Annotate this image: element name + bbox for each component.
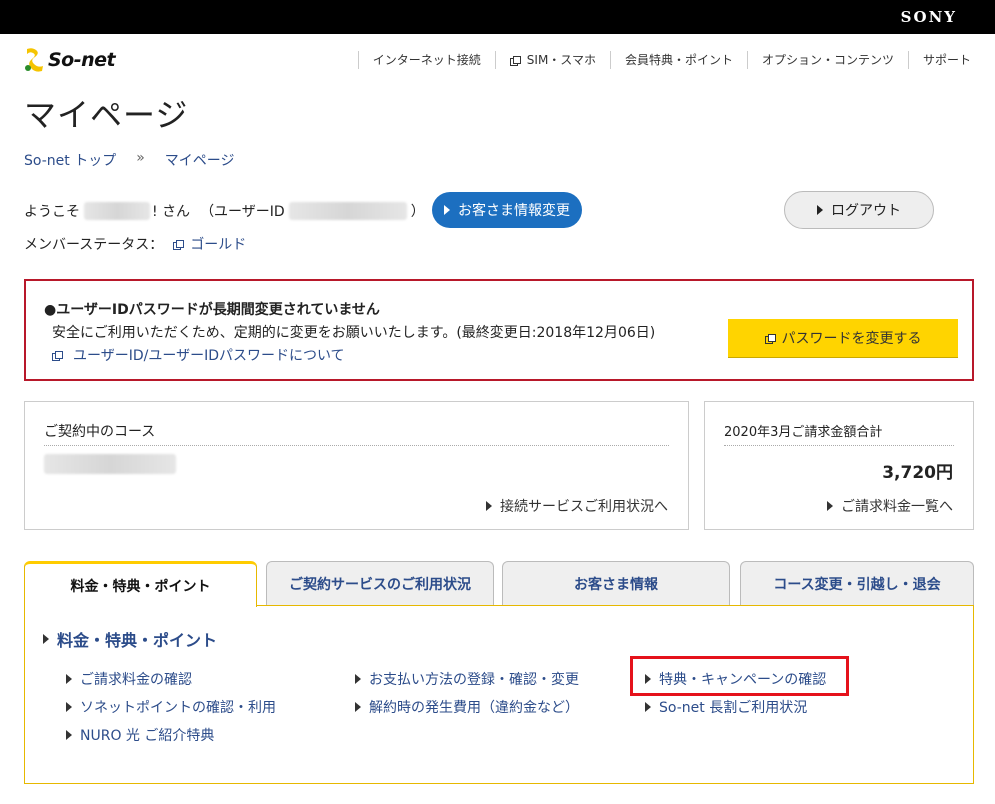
logout-button[interactable]: ログアウト [784, 191, 934, 229]
external-link-icon [52, 350, 63, 361]
breadcrumb-separator: » [136, 150, 145, 166]
long-term-discount-link[interactable]: So-net 長割ご利用状況 [645, 697, 807, 717]
page-title: マイページ [24, 96, 189, 134]
arrow-right-icon [645, 702, 651, 712]
arrow-right-icon [444, 205, 450, 215]
billing-label: 2020年3月ご請求金額合計 [724, 425, 883, 440]
nav-sim[interactable]: SIM・スマホ [494, 51, 610, 69]
edit-customer-info-button[interactable]: お客さま情報変更 [432, 192, 582, 228]
arrow-right-icon [43, 634, 49, 644]
redacted-username [84, 202, 150, 220]
arrow-right-icon [817, 205, 823, 215]
tab-course-change[interactable]: コース変更・引越し・退会 [740, 561, 974, 606]
breadcrumb-current[interactable]: マイページ [165, 150, 235, 170]
sonet-point-link[interactable]: ソネットポイントの確認・利用 [66, 697, 276, 717]
alert-heading: ●ユーザーIDパスワードが長期間変更されていません [44, 302, 380, 318]
external-link-icon [764, 333, 776, 344]
billing-card: 2020年3月ご請求金額合計 3,720円 ご請求料金一覧へ [704, 401, 974, 530]
payment-method-link[interactable]: お支払い方法の登録・確認・変更 [355, 669, 579, 689]
member-status: メンバーステータス： ゴールド [24, 234, 246, 254]
nav-internet[interactable]: インターネット接続 [357, 51, 495, 69]
arrow-right-icon [355, 702, 361, 712]
sonet-logo-icon [25, 48, 43, 72]
arrow-right-icon [66, 702, 72, 712]
userid-info-link[interactable]: ユーザーID/ユーザーIDパスワードについて [52, 345, 345, 365]
arrow-right-icon [66, 674, 72, 684]
global-nav: インターネット接続 SIM・スマホ 会員特典・ポイント オプション・コンテンツ … [357, 51, 971, 69]
redacted-userid [288, 202, 407, 220]
connection-status-link[interactable]: 接続サービスご利用状況へ [486, 496, 668, 516]
tab-fees-benefits-points[interactable]: 料金・特典・ポイント [24, 561, 257, 607]
course-card: ご契約中のコース 接続サービスご利用状況へ [24, 401, 689, 530]
nav-benefits[interactable]: 会員特典・ポイント [609, 51, 747, 69]
external-link-icon [509, 55, 521, 66]
breadcrumb: So-net トップ » マイページ [24, 150, 235, 170]
breadcrumb-home[interactable]: So-net トップ [24, 150, 116, 170]
tab-contract-services[interactable]: ご契約サービスのご利用状況 [266, 561, 494, 606]
billing-check-link[interactable]: ご請求料金の確認 [66, 669, 192, 689]
arrow-right-icon [355, 674, 361, 684]
redacted-course-name [44, 454, 176, 474]
nav-options[interactable]: オプション・コンテンツ [746, 51, 908, 69]
arrow-right-icon [827, 501, 833, 511]
divider [724, 445, 954, 446]
highlight-box [630, 656, 849, 696]
arrow-right-icon [486, 501, 492, 511]
alert-body: 安全にご利用いただくため、定期的に変更をお願いいたします。(最終変更日:2018… [52, 325, 656, 341]
billing-amount: 3,720円 [882, 463, 953, 483]
welcome-message: ようこそ ! さん （ユーザーID ） [24, 202, 425, 220]
external-link-icon [173, 239, 185, 250]
billing-list-link[interactable]: ご請求料金一覧へ [827, 496, 953, 516]
sonet-logo[interactable]: So-net [24, 46, 116, 74]
nav-support[interactable]: サポート [907, 51, 971, 69]
member-status-link[interactable]: ゴールド [173, 234, 246, 254]
tab-bar: 料金・特典・ポイント ご契約サービスのご利用状況 お客さま情報 コース変更・引越… [24, 561, 974, 607]
change-password-button[interactable]: パスワードを変更する [728, 319, 958, 357]
sonet-logo-text: So-net [48, 49, 116, 71]
nuro-referral-link[interactable]: NURO 光 ご紹介特典 [66, 725, 214, 745]
divider [44, 445, 669, 446]
tab-customer-info[interactable]: お客さま情報 [502, 561, 730, 606]
arrow-right-icon [66, 730, 72, 740]
password-alert: ●ユーザーIDパスワードが長期間変更されていません 安全にご利用いただくため、定… [24, 279, 974, 381]
sony-logo[interactable]: SONY [901, 8, 957, 26]
cancellation-fee-link[interactable]: 解約時の発生費用（違約金など） [355, 697, 579, 717]
corporate-bar: SONY [0, 0, 995, 34]
panel-title: 料金・特典・ポイント [43, 627, 217, 651]
course-label: ご契約中のコース [44, 424, 156, 440]
